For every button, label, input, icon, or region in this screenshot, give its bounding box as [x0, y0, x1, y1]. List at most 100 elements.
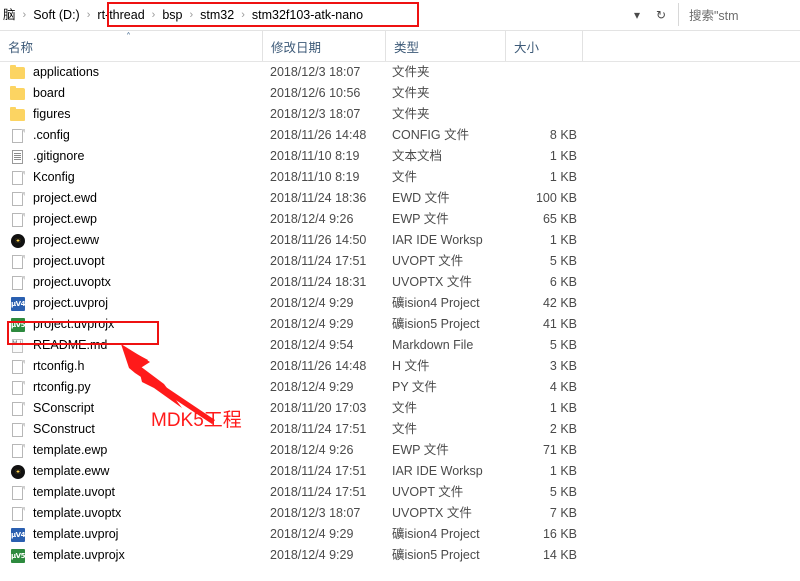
file-name-cell[interactable]: template.eww — [10, 461, 109, 482]
file-name-cell[interactable]: board — [10, 83, 65, 104]
folder-icon — [10, 106, 26, 123]
file-list[interactable]: applications 2018/12/3 18:07 文件夹 board 2018/… — [0, 62, 800, 581]
file-type-cell: 文件 — [392, 422, 418, 436]
file-name-label: project.ewp — [33, 212, 97, 226]
file-row[interactable]: README.md 2018/12/4 9:54 Markdown File 5 KB — [0, 335, 800, 356]
uvision4-glyph: μV4 — [11, 530, 25, 539]
file-size-cell: 65 KB — [542, 212, 577, 226]
file-row[interactable]: project.eww 2018/11/26 14:50 IAR IDE Works… — [0, 230, 800, 251]
file-row[interactable]: figures 2018/12/3 18:07 文件夹 — [0, 104, 800, 125]
file-name-cell[interactable]: template.ewp — [10, 440, 107, 461]
file-name-cell[interactable]: project.eww — [10, 230, 99, 251]
file-name-cell[interactable]: rtconfig.h — [10, 356, 84, 377]
iar-workspace-icon — [10, 233, 26, 249]
uvision4-icon: μV4 — [10, 527, 26, 543]
file-icon — [10, 422, 26, 438]
file-name-label: board — [33, 86, 65, 100]
file-row[interactable]: SConstruct 2018/11/24 17:51 文件 2 KB — [0, 419, 800, 440]
file-icon — [10, 401, 26, 417]
file-name-cell[interactable]: template.uvopt — [10, 482, 115, 503]
breadcrumb-item[interactable]: 脑 — [0, 3, 19, 27]
chevron-down-icon[interactable]: ▾ — [628, 8, 646, 22]
file-row[interactable]: .gitignore 2018/11/10 8:19 文本文档 1 KB — [0, 146, 800, 167]
column-header-name[interactable]: 名称 — [0, 31, 262, 61]
address-bar[interactable]: 脑 › Soft (D:) › rt-thread › bsp › stm32 › stm32f10… — [0, 0, 800, 31]
file-name-cell[interactable]: project.ewp — [10, 209, 97, 230]
file-name-cell[interactable]: project.uvoptx — [10, 272, 111, 293]
column-header-date[interactable]: 修改日期 — [262, 31, 385, 61]
file-row[interactable]: template.uvoptx 2018/12/3 18:07 UVOPTX 文件 7… — [0, 503, 800, 524]
file-name-cell[interactable]: μV5 template.uvprojx — [10, 545, 125, 566]
file-type-cell: UVOPT 文件 — [392, 254, 464, 268]
column-header-blank[interactable] — [582, 31, 642, 61]
file-name-cell[interactable]: figures — [10, 104, 71, 125]
file-type-cell: CONFIG 文件 — [392, 128, 470, 142]
file-type-cell: 文件 — [392, 170, 418, 184]
file-size-cell: 6 KB — [549, 275, 577, 289]
column-header-size[interactable]: 大小 — [505, 31, 582, 61]
file-row[interactable]: rtconfig.h 2018/11/26 14:48 H 文件 3 KB — [0, 356, 800, 377]
file-name-cell[interactable]: SConscript — [10, 398, 94, 419]
file-name-cell[interactable]: .gitignore — [10, 146, 84, 167]
file-row[interactable]: μV5 project.uvprojx 2018/12/4 9:29 礦ision5 … — [0, 314, 800, 335]
file-name-cell[interactable]: project.uvopt — [10, 251, 105, 272]
folder-icon — [10, 85, 26, 102]
uvision4-icon: μV4 — [10, 296, 26, 312]
file-row[interactable]: board 2018/12/6 10:56 文件夹 — [0, 83, 800, 104]
file-row[interactable]: template.ewp 2018/12/4 9:26 EWP 文件 71 KB — [0, 440, 800, 461]
file-name-cell[interactable]: .config — [10, 125, 70, 146]
file-row[interactable]: applications 2018/12/3 18:07 文件夹 — [0, 62, 800, 83]
search-input[interactable]: 搜索"stm — [678, 3, 800, 26]
column-header-type[interactable]: 类型 — [385, 31, 505, 61]
file-date-cell: 2018/12/4 9:29 — [270, 548, 354, 562]
file-name-label: figures — [33, 107, 71, 121]
file-name-cell[interactable]: SConstruct — [10, 419, 95, 440]
file-row[interactable]: template.uvopt 2018/11/24 17:51 UVOPT 文件 5 … — [0, 482, 800, 503]
file-row[interactable]: rtconfig.py 2018/12/4 9:29 PY 文件 4 KB — [0, 377, 800, 398]
file-row[interactable]: μV4 template.uvproj 2018/12/4 9:29 礦ision4 … — [0, 524, 800, 545]
file-row[interactable]: μV4 project.uvproj 2018/12/4 9:29 礦ision4 P… — [0, 293, 800, 314]
file-name-cell[interactable]: μV4 project.uvproj — [10, 293, 108, 314]
file-row[interactable]: template.eww 2018/11/24 17:51 IAR IDE Work… — [0, 461, 800, 482]
uvision5-glyph: μV5 — [11, 551, 25, 560]
file-size-cell: 8 KB — [549, 128, 577, 142]
file-icon — [10, 506, 26, 522]
file-date-cell: 2018/12/4 9:26 — [270, 443, 354, 457]
breadcrumb-item[interactable]: Soft (D:) — [30, 3, 83, 27]
file-row[interactable]: project.ewp 2018/12/4 9:26 EWP 文件 65 KB — [0, 209, 800, 230]
file-name-cell[interactable]: μV5 project.uvprojx — [10, 314, 114, 335]
file-date-cell: 2018/11/10 8:19 — [270, 149, 360, 163]
file-name-cell[interactable]: README.md — [10, 335, 107, 356]
breadcrumb-separator: › — [189, 9, 194, 21]
file-row[interactable]: project.ewd 2018/11/24 18:36 EWD 文件 100 KB — [0, 188, 800, 209]
file-type-cell: 文件 — [392, 401, 418, 415]
file-type-cell: 文件夹 — [392, 107, 430, 121]
file-name-cell[interactable]: applications — [10, 62, 99, 83]
file-name-label: rtconfig.py — [33, 380, 91, 394]
file-row[interactable]: .config 2018/11/26 14:48 CONFIG 文件 8 KB — [0, 125, 800, 146]
file-row[interactable]: μV5 template.uvprojx 2018/12/4 9:29 礦ision5… — [0, 545, 800, 566]
file-name-cell[interactable]: template.uvoptx — [10, 503, 121, 524]
breadcrumb-item[interactable]: stm32f103-atk-nano — [249, 3, 366, 27]
file-date-cell: 2018/11/24 17:51 — [270, 254, 367, 268]
file-row[interactable]: project.uvopt 2018/11/24 17:51 UVOPT 文件 5 K… — [0, 251, 800, 272]
breadcrumb[interactable]: 脑 › Soft (D:) › rt-thread › bsp › stm32 › stm32f10… — [0, 3, 366, 27]
breadcrumb-item[interactable]: rt-thread — [94, 3, 147, 27]
file-size-cell: 1 KB — [549, 170, 577, 184]
breadcrumb-item[interactable]: stm32 — [197, 3, 237, 27]
markdown-icon — [10, 338, 26, 354]
file-size-cell: 5 KB — [549, 254, 577, 268]
file-name-cell[interactable]: Kconfig — [10, 167, 75, 188]
file-name-cell[interactable]: μV4 template.uvproj — [10, 524, 118, 545]
file-size-cell: 14 KB — [542, 548, 577, 562]
uvision5-icon: μV5 — [10, 548, 26, 564]
file-size-cell: 5 KB — [549, 338, 577, 352]
file-name-cell[interactable]: rtconfig.py — [10, 377, 91, 398]
file-type-cell: Markdown File — [392, 338, 474, 352]
breadcrumb-item[interactable]: bsp — [159, 3, 185, 27]
file-row[interactable]: project.uvoptx 2018/11/24 18:31 UVOPTX 文件 6… — [0, 272, 800, 293]
file-name-cell[interactable]: project.ewd — [10, 188, 97, 209]
refresh-icon[interactable]: ↻ — [652, 8, 670, 22]
file-row[interactable]: Kconfig 2018/11/10 8:19 文件 1 KB — [0, 167, 800, 188]
file-row[interactable]: SConscript 2018/11/20 17:03 文件 1 KB — [0, 398, 800, 419]
